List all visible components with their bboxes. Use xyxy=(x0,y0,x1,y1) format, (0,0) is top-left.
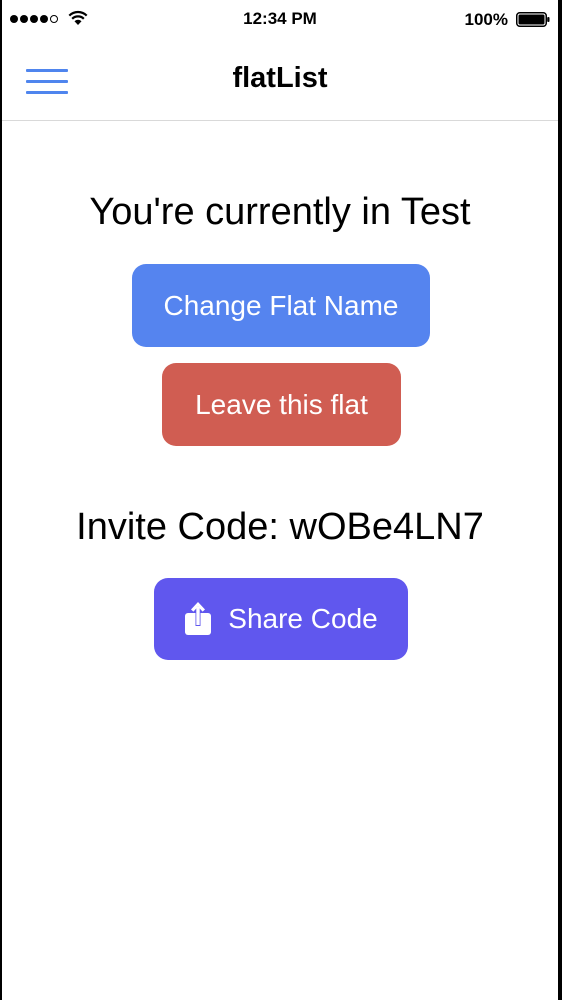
change-flat-name-button[interactable]: Change Flat Name xyxy=(132,264,430,347)
nav-header: flatList xyxy=(2,40,558,121)
status-bar: 12:34 PM 100% xyxy=(2,0,558,40)
app-screen: 12:34 PM 100% flatList You're currently … xyxy=(2,0,558,1000)
current-flat-heading: You're currently in Test xyxy=(89,191,471,233)
share-code-button[interactable]: Share Code xyxy=(154,578,408,660)
share-icon xyxy=(185,602,212,635)
battery-full-icon xyxy=(516,12,550,27)
page-title: flatList xyxy=(232,62,328,94)
invite-code-text: Invite Code: wOBe4LN7 xyxy=(76,506,484,548)
share-code-label: Share Code xyxy=(228,603,378,634)
change-flat-name-label: Change Flat Name xyxy=(163,289,399,321)
leave-flat-button[interactable]: Leave this flat xyxy=(162,363,401,446)
leave-flat-label: Leave this flat xyxy=(195,388,368,420)
battery-percent: 100% xyxy=(464,10,508,29)
